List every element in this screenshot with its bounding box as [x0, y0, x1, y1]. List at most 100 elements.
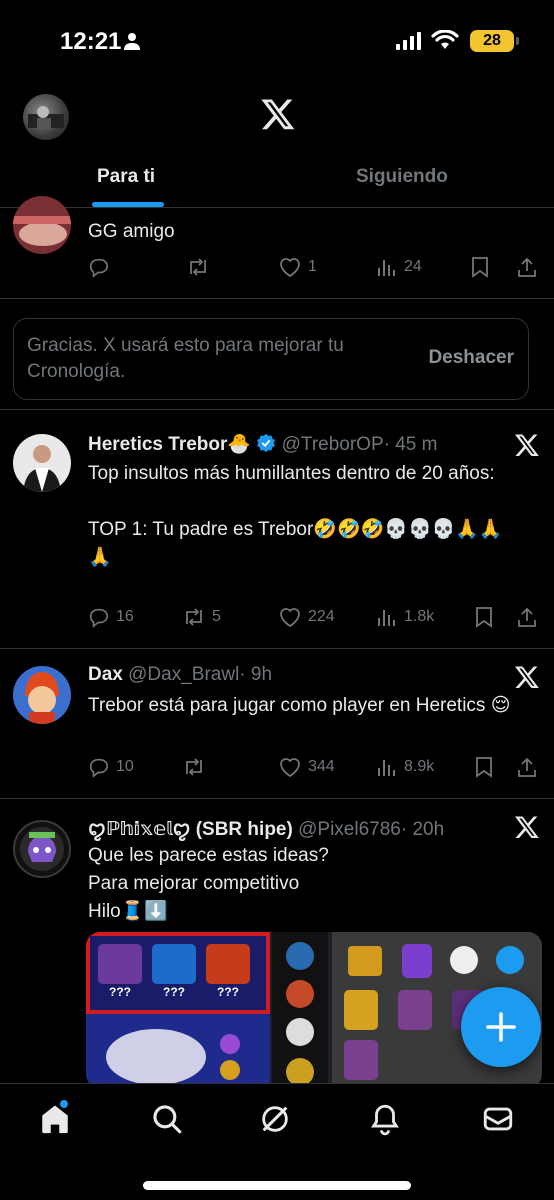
repost-button[interactable]	[186, 256, 210, 278]
author-name[interactable]: ꨄ︎ℙ𝕙𝕚𝕩𝕖𝕝ꨄ︎ (SBR hipe)	[88, 819, 293, 840]
media-label: ???	[217, 985, 239, 999]
notifications-icon[interactable]	[368, 1102, 402, 1136]
avatar-image	[13, 196, 71, 254]
signal-icon	[396, 32, 421, 50]
avatar-image	[20, 827, 64, 871]
post-time: · 9h	[239, 664, 273, 685]
bookmark-icon	[476, 607, 492, 628]
media-label: ???	[109, 985, 131, 999]
x-logo-icon[interactable]	[259, 96, 297, 132]
bookmark-icon	[476, 757, 492, 778]
verified-icon	[257, 433, 276, 453]
status-bar: 12:21 28	[0, 0, 554, 84]
post-avatar[interactable]	[13, 820, 71, 878]
feedback-notice: Gracias. X usará esto para mejorar tu Cr…	[13, 318, 529, 400]
reply-count: 16	[116, 608, 134, 625]
compose-button[interactable]	[461, 987, 541, 1067]
tab-para-ti[interactable]: Para ti	[97, 166, 155, 188]
reply-count: 10	[116, 758, 134, 775]
author-name[interactable]: Heretics Trebor🐣	[88, 434, 251, 455]
bookmark-button[interactable]	[470, 256, 490, 278]
compose-icon	[486, 1012, 516, 1042]
views-button[interactable]: 24	[376, 256, 422, 278]
messages-icon[interactable]	[481, 1102, 515, 1136]
reply-button[interactable]	[88, 256, 110, 278]
share-button[interactable]	[516, 256, 538, 278]
post-avatar[interactable]	[13, 434, 71, 492]
author-handle[interactable]: @TreborOP	[282, 434, 384, 455]
grok-icon[interactable]	[258, 1102, 292, 1136]
reply-button[interactable]: 16	[88, 606, 134, 628]
post-avatar[interactable]	[13, 196, 71, 254]
media-label: ???	[163, 985, 185, 999]
post-header: Dax @Dax_Brawl· 9h	[88, 664, 272, 686]
repost-icon	[186, 608, 202, 626]
post-time: · 45 m	[383, 434, 438, 455]
post-text: GG amigo	[88, 221, 175, 242]
post-header: ꨄ︎ℙ𝕙𝕚𝕩𝕖𝕝ꨄ︎ (SBR hipe) @Pixel6786· 20h	[88, 814, 444, 842]
search-icon[interactable]	[150, 1102, 184, 1136]
undo-button[interactable]: Deshacer	[428, 347, 514, 369]
reply-icon	[89, 258, 109, 278]
reply-icon	[89, 758, 109, 778]
active-tab-indicator	[92, 202, 164, 207]
post-avatar[interactable]	[13, 666, 71, 724]
share-icon	[518, 257, 536, 277]
share-icon	[518, 607, 536, 627]
views-icon	[378, 610, 395, 626]
status-time: 12:21	[60, 28, 122, 55]
repost-button[interactable]	[182, 756, 206, 778]
like-icon	[280, 758, 300, 778]
like-button[interactable]: 344	[278, 756, 335, 778]
like-count: 224	[308, 608, 335, 625]
post-text: Top insultos más humillantes dentro de 2…	[88, 463, 503, 568]
tab-siguiendo[interactable]: Siguiendo	[356, 166, 448, 188]
post-text: Trebor está para jugar como player en He…	[88, 695, 511, 716]
reply-button[interactable]: 10	[88, 756, 134, 778]
feedback-message: Gracias. X usará esto para mejorar tu Cr…	[27, 335, 344, 382]
share-button[interactable]	[516, 756, 538, 778]
author-handle[interactable]: @Pixel6786	[298, 819, 401, 840]
like-button[interactable]: 224	[278, 606, 335, 628]
battery-cap	[516, 37, 519, 45]
avatar-image	[23, 445, 61, 492]
divider	[0, 409, 554, 410]
close-icon[interactable]	[514, 814, 540, 840]
timeline-tabs: Para ti Siguiendo	[0, 150, 554, 208]
wifi-icon	[431, 30, 459, 49]
views-button[interactable]: 8.9k	[376, 756, 434, 778]
like-button[interactable]: 1	[278, 256, 317, 278]
views-button[interactable]: 1.8k	[376, 606, 434, 628]
home-indicator	[143, 1181, 411, 1190]
bookmark-button[interactable]	[474, 606, 494, 628]
post-header: Heretics Trebor🐣 @TreborOP· 45 m	[88, 432, 437, 456]
author-handle[interactable]: @Dax_Brawl	[128, 664, 239, 685]
share-button[interactable]	[516, 606, 538, 628]
like-icon	[280, 258, 300, 278]
reply-icon	[89, 608, 109, 628]
views-count: 1.8k	[404, 608, 435, 625]
bookmark-icon	[472, 257, 488, 278]
views-count: 24	[404, 258, 422, 275]
divider	[0, 648, 554, 649]
divider	[0, 798, 554, 799]
like-icon	[280, 608, 300, 628]
bookmark-button[interactable]	[474, 756, 494, 778]
profile-avatar[interactable]	[23, 94, 69, 140]
author-name[interactable]: Dax	[88, 664, 123, 685]
battery-indicator: 28	[470, 30, 514, 52]
close-icon[interactable]	[514, 432, 540, 458]
share-icon	[518, 757, 536, 777]
home-notification-dot	[60, 1100, 68, 1108]
views-icon	[378, 760, 395, 776]
repost-count: 5	[212, 608, 221, 625]
home-icon[interactable]	[38, 1102, 72, 1136]
like-count: 1	[308, 258, 317, 275]
views-icon	[378, 260, 395, 276]
avatar-image	[25, 672, 59, 724]
divider	[0, 298, 554, 299]
close-icon[interactable]	[514, 664, 540, 690]
avatar-image	[28, 106, 64, 130]
repost-button[interactable]: 5	[182, 606, 221, 628]
like-count: 344	[308, 758, 335, 775]
